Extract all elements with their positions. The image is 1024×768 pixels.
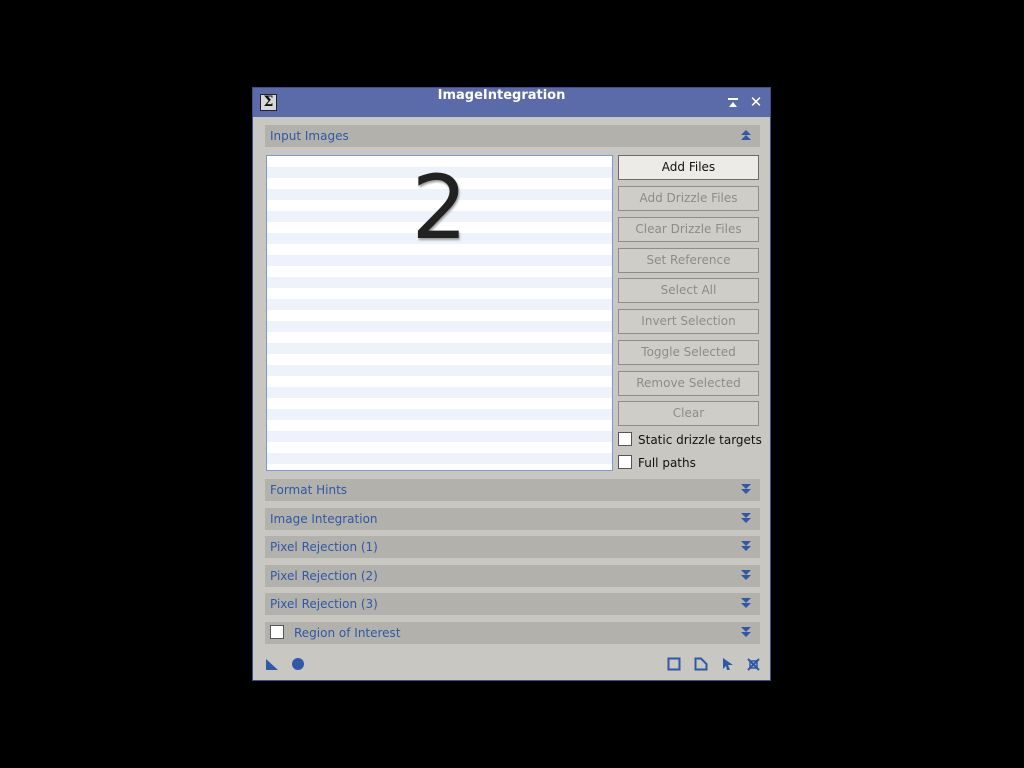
toggle-selected-button[interactable]: Toggle Selected [618, 340, 759, 365]
expand-icon[interactable] [740, 622, 752, 644]
section-title: Input Images [270, 129, 349, 143]
close-icon[interactable]: ✕ [748, 88, 764, 117]
expand-icon[interactable] [740, 508, 752, 530]
clear-drizzle-files-button[interactable]: Clear Drizzle Files [618, 217, 759, 242]
checkbox-label: Full paths [638, 456, 696, 470]
checkbox-box[interactable] [618, 455, 632, 469]
expand-icon[interactable] [740, 479, 752, 501]
section-pixel-rejection-3[interactable]: Pixel Rejection (3) [265, 593, 760, 615]
apply-icon[interactable] [721, 657, 735, 675]
overlay-number: 2 [411, 156, 468, 259]
invert-selection-button[interactable]: Invert Selection [618, 309, 759, 334]
window-title: ImageIntegration [437, 88, 566, 103]
edit-instance-icon[interactable] [694, 657, 708, 675]
process-toolbar [253, 650, 770, 680]
checkbox-box[interactable] [618, 432, 632, 446]
section-region-of-interest[interactable]: Region of Interest [265, 622, 760, 644]
checkbox-label: Static drizzle targets [638, 433, 762, 447]
clear-button[interactable]: Clear [618, 401, 759, 426]
section-format-hints[interactable]: Format Hints [265, 479, 760, 501]
image-integration-window: Σ ImageIntegration ✕ Input Images 2 Add … [252, 87, 771, 681]
section-title: Pixel Rejection (2) [270, 569, 378, 583]
section-input-images[interactable]: Input Images [265, 125, 760, 147]
shade-icon[interactable] [725, 88, 741, 118]
input-images-list[interactable]: 2 [266, 155, 613, 471]
add-files-button[interactable]: Add Files [618, 155, 759, 180]
expand-icon[interactable] [740, 536, 752, 558]
full-paths-checkbox[interactable]: Full paths [618, 455, 696, 471]
static-drizzle-targets-checkbox[interactable]: Static drizzle targets [618, 432, 762, 448]
section-title: Format Hints [270, 483, 348, 497]
close-process-icon[interactable] [746, 657, 761, 676]
collapse-icon[interactable] [740, 125, 752, 147]
add-drizzle-files-button[interactable]: Add Drizzle Files [618, 186, 759, 211]
section-title: Image Integration [270, 512, 378, 526]
expand-icon[interactable] [740, 593, 752, 615]
section-title: Pixel Rejection (3) [270, 597, 378, 611]
apply-global-icon[interactable] [291, 657, 305, 675]
section-pixel-rejection-1[interactable]: Pixel Rejection (1) [265, 536, 760, 558]
section-title: Region of Interest [294, 626, 401, 640]
section-image-integration[interactable]: Image Integration [265, 508, 760, 530]
section-pixel-rejection-2[interactable]: Pixel Rejection (2) [265, 565, 760, 587]
expand-icon[interactable] [740, 565, 752, 587]
remove-selected-button[interactable]: Remove Selected [618, 371, 759, 396]
select-all-button[interactable]: Select All [618, 278, 759, 303]
set-reference-button[interactable]: Set Reference [618, 248, 759, 273]
reset-icon[interactable] [667, 657, 681, 675]
section-title: Pixel Rejection (1) [270, 540, 378, 554]
new-instance-icon[interactable] [265, 657, 279, 675]
region-of-interest-checkbox[interactable] [270, 625, 284, 639]
title-bar[interactable]: Σ ImageIntegration ✕ [253, 88, 770, 117]
